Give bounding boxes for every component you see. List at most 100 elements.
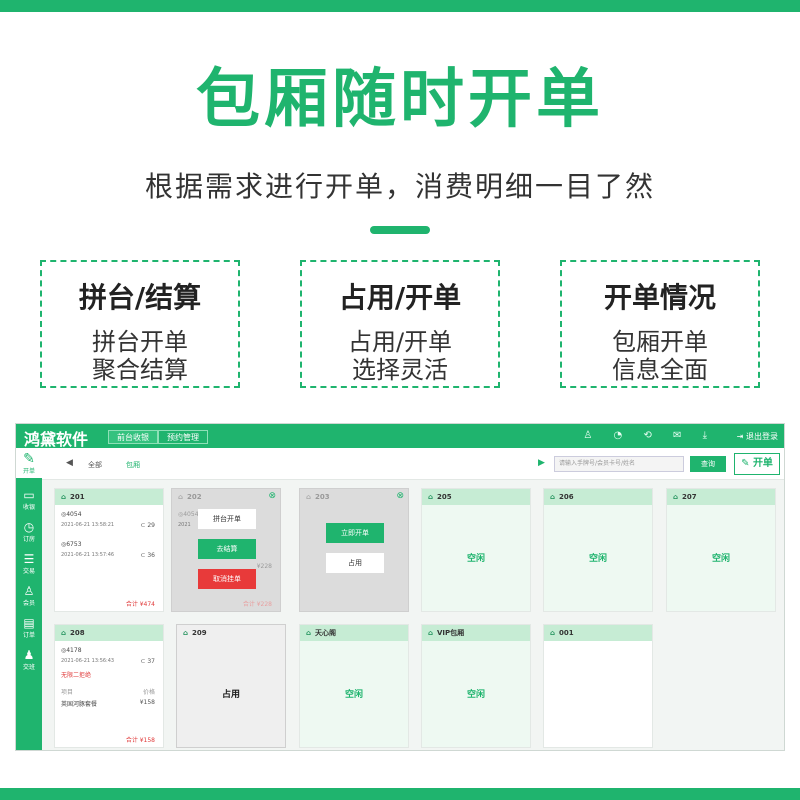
- nav-booking[interactable]: ◷ 订房: [16, 520, 42, 543]
- search-input[interactable]: 请输入手牌号/会员卡号/姓名: [554, 456, 684, 472]
- subheadline: 根据需求进行开单，消费明细一目了然: [144, 170, 655, 203]
- home-icon: ⌂: [61, 493, 67, 501]
- divider: [370, 226, 430, 234]
- price-label: 价格: [142, 689, 155, 696]
- order-note: 无限二拒绝: [61, 672, 92, 679]
- feature-line: 拼台开单: [92, 328, 188, 356]
- feature-line: 选择灵活: [352, 356, 448, 384]
- query-button[interactable]: 查询: [690, 456, 726, 472]
- room-status: 空闲: [466, 690, 485, 700]
- next-arrow-icon[interactable]: ▶: [538, 458, 545, 468]
- toolbar: ◀ 全部 包厢 ▶ 请输入手牌号/会员卡号/姓名 查询 ✎ 开单: [42, 448, 784, 480]
- top-accent-bar: [0, 0, 800, 12]
- cancel-order-button[interactable]: 取消挂单: [198, 569, 256, 589]
- order-time: 2021-06-21 13:58:21: [61, 522, 115, 528]
- open-now-button[interactable]: 立即开单: [326, 523, 384, 543]
- order-count: ⊂ 37: [140, 658, 155, 665]
- nav-member[interactable]: ♙ 会员: [16, 584, 42, 607]
- room-card-vip[interactable]: ⌂ VIP包厢 空闲: [421, 624, 531, 748]
- home-icon: ⌂: [550, 629, 556, 637]
- room-card-205[interactable]: ⌂ 205 空闲: [421, 488, 531, 612]
- list-icon: ▤: [23, 616, 35, 630]
- app-window: 鸿黛软件 前台收银 预约管理 ♙ ◔ ⟲ ✉ ⤓ ⇥ 退出登录 ✎ 开单 ▭ 收银 …: [15, 423, 785, 751]
- room-amount: ¥228: [256, 563, 272, 570]
- room-card-206[interactable]: ⌂ 206 空闲: [543, 488, 653, 612]
- room-card-tianxin[interactable]: ⌂ 天心阁 空闲: [299, 624, 409, 748]
- feature-box-occupy: 占用/开单 占用/开单 选择灵活: [300, 260, 500, 388]
- tab-rooms[interactable]: 包厢: [126, 460, 140, 470]
- user-icon: ♙: [23, 584, 35, 598]
- bottom-accent-bar: [0, 788, 800, 800]
- room-card-001[interactable]: ⌂ 001: [543, 624, 653, 748]
- order-no: ◎4054: [61, 511, 82, 518]
- room-status: 空闲: [711, 554, 730, 564]
- home-icon: ⌂: [550, 493, 556, 501]
- feature-line: 聚合结算: [92, 356, 188, 384]
- nav-trade[interactable]: ☰ 交易: [16, 552, 42, 575]
- prev-arrow-icon[interactable]: ◀: [66, 458, 73, 468]
- home-icon: ⌂: [428, 629, 434, 637]
- room-status: 占用: [221, 690, 240, 700]
- feature-line: 包厢开单: [612, 328, 708, 356]
- room-card-203[interactable]: ⌂ 203 ⊗ 立即开单 占用: [299, 488, 409, 612]
- nav-cashier[interactable]: ▭ 收银: [16, 488, 42, 511]
- promo-page: 包厢随时开单 根据需求进行开单，消费明细一目了然 拼台/结算 拼台开单 聚合结算…: [0, 0, 800, 800]
- home-icon: ⌂: [306, 629, 312, 637]
- feature-box-merge: 拼台/结算 拼台开单 聚合结算: [40, 260, 240, 388]
- home-icon: ⌂: [306, 493, 312, 501]
- nav-open-order[interactable]: ✎ 开单: [16, 448, 42, 478]
- nav-shift[interactable]: ♟ 交班: [16, 648, 42, 671]
- feature-title: 拼台/结算: [78, 281, 202, 314]
- room-card-202[interactable]: ⌂ 202 ⊗ ◎4054 2021 ¥228 合计 ¥228 拼台开单 去结算 …: [171, 488, 281, 612]
- item-label: 项目: [61, 689, 74, 696]
- room-total: 合计 ¥474: [125, 601, 155, 608]
- database-icon: ☰: [23, 552, 35, 566]
- order-time: 2021: [178, 522, 191, 528]
- tab-front-desk[interactable]: 前台收银: [108, 430, 158, 444]
- feature-box-status: 开单情况 包厢开单 信息全面: [560, 260, 760, 388]
- checkout-button[interactable]: 去结算: [198, 539, 256, 559]
- room-status: 空闲: [588, 554, 607, 564]
- headline: 包厢随时开单: [196, 63, 604, 137]
- tab-all[interactable]: 全部: [88, 460, 102, 470]
- order-time: 2021-06-21 13:57:46: [61, 552, 115, 558]
- logout-button[interactable]: ⇥ 退出登录: [737, 431, 778, 442]
- order-count: ⊂ 36: [140, 552, 155, 559]
- room-card-201[interactable]: ⌂ 201 ◎4054 2021-06-21 13:58:21 ⊂ 29 ◎675…: [54, 488, 164, 612]
- app-header: 鸿黛软件 前台收银 预约管理 ♙ ◔ ⟲ ✉ ⤓ ⇥ 退出登录: [16, 424, 784, 449]
- home-icon: ⌂: [183, 629, 189, 637]
- room-total: 合计 ¥158: [125, 737, 155, 744]
- merge-order-button[interactable]: 拼台开单: [198, 509, 256, 529]
- monitor-icon: ▭: [23, 488, 35, 502]
- item-name: 英国河豚套餐: [61, 701, 98, 708]
- home-icon: ⌂: [428, 493, 434, 501]
- brand-logo: 鸿黛软件: [24, 430, 89, 449]
- people-icon: ♟: [23, 648, 35, 662]
- feature-line: 占用/开单: [347, 328, 453, 356]
- room-card-209[interactable]: ⌂ 209 占用: [176, 624, 286, 748]
- home-icon: ⌂: [61, 629, 67, 637]
- order-no: ◎6753: [61, 541, 82, 548]
- nav-orders[interactable]: ▤ 订单: [16, 616, 42, 639]
- order-count: ⊂ 29: [140, 522, 155, 529]
- feature-line: 信息全面: [612, 356, 708, 384]
- order-no: ◎4054: [178, 511, 199, 518]
- close-icon[interactable]: ⊗: [268, 491, 276, 501]
- left-nav: ✎ 开单 ▭ 收银 ◷ 订房 ☰ 交易 ♙ 会员 ▤ 订单 ♟ 交班: [16, 448, 42, 750]
- close-icon[interactable]: ⊗: [396, 491, 404, 501]
- home-icon: ⌂: [178, 493, 184, 501]
- open-order-button[interactable]: ✎ 开单: [734, 453, 780, 475]
- tab-reservation[interactable]: 预约管理: [158, 430, 208, 444]
- clock-icon: ◷: [23, 520, 35, 534]
- room-card-207[interactable]: ⌂ 207 空闲: [666, 488, 776, 612]
- room-status: 空闲: [466, 554, 485, 564]
- feature-title: 开单情况: [603, 281, 716, 314]
- occupy-button[interactable]: 占用: [326, 553, 384, 573]
- order-time: 2021-06-21 13:56:43: [61, 658, 115, 664]
- room-status: 空闲: [344, 690, 363, 700]
- header-tool-icons[interactable]: ♙ ◔ ⟲ ✉ ⤓: [583, 430, 716, 441]
- room-total: 合计 ¥228: [242, 601, 272, 608]
- room-card-208[interactable]: ⌂ 208 ◎4178 2021-06-21 13:56:43 ⊂ 37 无限二拒…: [54, 624, 164, 748]
- feature-title: 占用/开单: [338, 281, 462, 314]
- home-icon: ⌂: [673, 493, 679, 501]
